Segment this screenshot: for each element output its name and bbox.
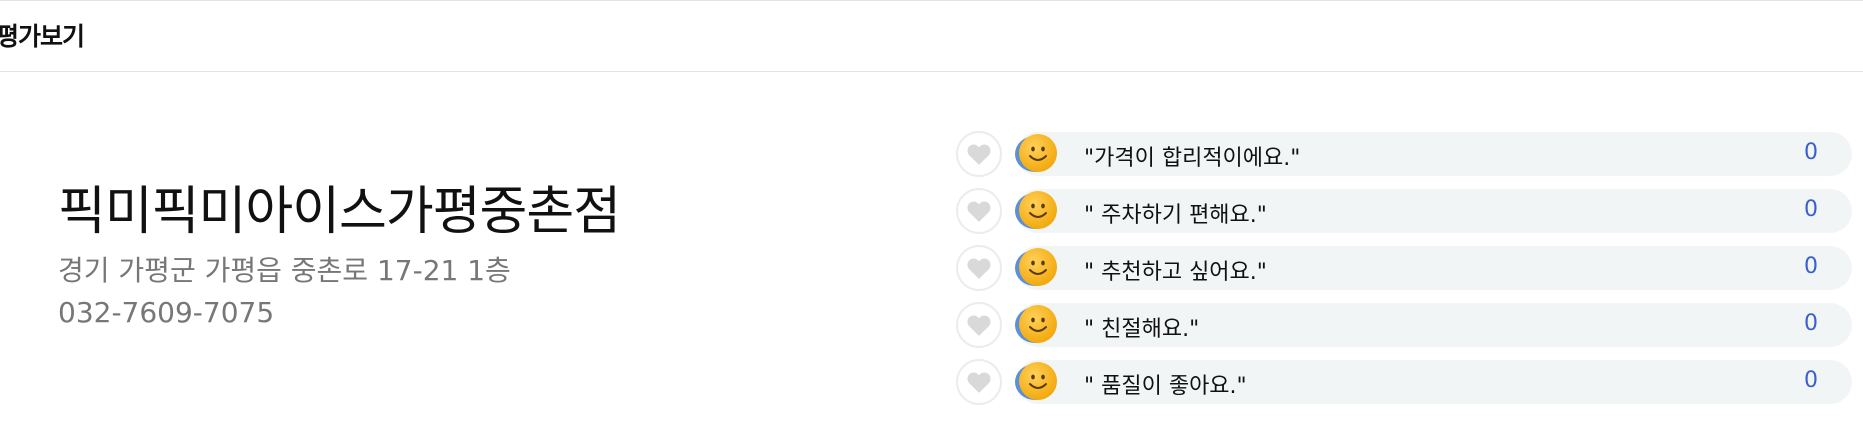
- review-pill: "가격이 합리적이에요." 0: [1015, 132, 1852, 176]
- store-phone: 032-7609-7075: [58, 296, 275, 329]
- like-button[interactable]: [956, 359, 1002, 405]
- store-info: 픽미픽미아이스가평중촌점 경기 가평군 가평읍 중촌로 17-21 1층 032…: [58, 182, 621, 334]
- like-button[interactable]: [956, 302, 1002, 348]
- heart-icon: [967, 372, 991, 393]
- review-count: 0: [1804, 368, 1818, 393]
- heart-icon: [967, 144, 991, 165]
- review-text: " 품질이 좋아요.": [1084, 374, 1247, 399]
- review-item: "가격이 합리적이에요." 0: [956, 131, 1856, 177]
- review-count: 0: [1804, 311, 1818, 336]
- heart-icon: [967, 201, 991, 222]
- review-item: " 추천하고 싶어요." 0: [956, 245, 1856, 291]
- review-text: " 친절해요.": [1084, 317, 1200, 342]
- review-pill: " 추천하고 싶어요." 0: [1015, 246, 1852, 290]
- review-text: " 주차하기 편해요.": [1084, 203, 1267, 228]
- review-pill: " 품질이 좋아요." 0: [1015, 360, 1852, 404]
- review-pill: " 친절해요." 0: [1015, 303, 1852, 347]
- smiley-icon: [1015, 362, 1058, 402]
- like-button[interactable]: [956, 131, 1002, 177]
- page-title: 평가보기: [0, 22, 85, 51]
- smiley-icon: [1015, 191, 1058, 231]
- smiley-icon: [1015, 248, 1058, 288]
- store-address: 경기 가평군 가평읍 중촌로 17-21 1층: [58, 254, 511, 287]
- like-button[interactable]: [956, 188, 1002, 234]
- review-list: "가격이 합리적이에요." 0 " 주차하기 편해요." 0 " 추천하고 싶어…: [956, 131, 1856, 416]
- smiley-icon: [1015, 134, 1058, 174]
- heart-icon: [967, 315, 991, 336]
- review-pill: " 주차하기 편해요." 0: [1015, 189, 1852, 233]
- review-item: " 친절해요." 0: [956, 302, 1856, 348]
- heart-icon: [967, 258, 991, 279]
- review-text: "가격이 합리적이에요.": [1084, 146, 1301, 171]
- review-count: 0: [1804, 140, 1818, 165]
- page-header: 평가보기: [0, 1, 1863, 72]
- review-item: " 품질이 좋아요." 0: [956, 359, 1856, 405]
- review-item: " 주차하기 편해요." 0: [956, 188, 1856, 234]
- review-count: 0: [1804, 197, 1818, 222]
- like-button[interactable]: [956, 245, 1002, 291]
- store-name: 픽미픽미아이스가평중촌점: [58, 182, 621, 242]
- smiley-icon: [1015, 305, 1058, 345]
- review-text: " 추천하고 싶어요.": [1084, 260, 1267, 285]
- review-count: 0: [1804, 254, 1818, 279]
